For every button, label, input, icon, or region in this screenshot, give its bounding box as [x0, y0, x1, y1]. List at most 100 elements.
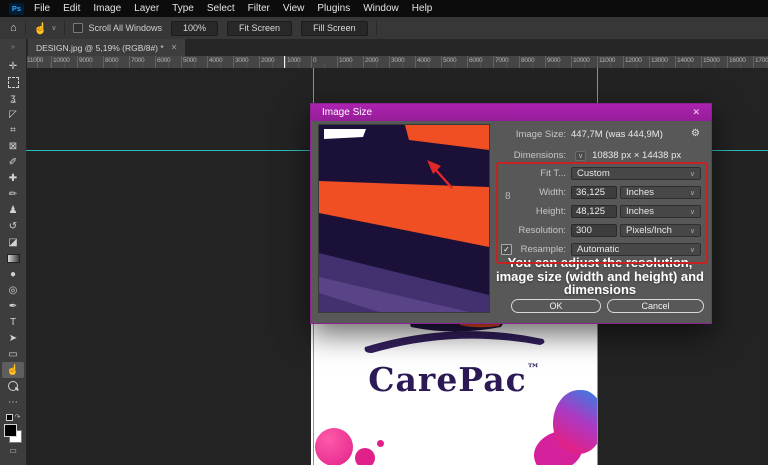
ruler-label: 1000 — [339, 57, 352, 64]
menu-item[interactable]: Plugins — [317, 3, 350, 14]
ruler-label: 3000 — [235, 57, 248, 64]
menu-item[interactable]: Window — [363, 3, 399, 14]
fill-screen-button[interactable]: Fill Screen — [301, 21, 368, 36]
gear-icon[interactable]: ⚙ — [691, 128, 700, 139]
move-tool[interactable]: ✛ — [2, 58, 24, 74]
dodge-tool[interactable]: ◎ — [2, 282, 24, 298]
dialog-title: Image Size — [322, 107, 372, 118]
width-unit-select[interactable]: Inches∨ — [620, 186, 701, 199]
ruler-label: 11000 — [27, 57, 43, 64]
clone-stamp-tool[interactable]: ♟ — [2, 202, 24, 218]
frame-tool[interactable]: ⊠ — [2, 138, 24, 154]
ruler-label: 9000 — [79, 57, 92, 64]
ruler-label: 6000 — [157, 57, 170, 64]
height-label: Height: — [451, 205, 566, 218]
brand-text: CarePac™ — [311, 360, 597, 399]
resolution-input[interactable] — [571, 224, 617, 237]
ok-button[interactable]: OK — [511, 299, 601, 313]
spot-healing-brush-tool[interactable]: ✚ — [2, 170, 24, 186]
dimensions-chevron-icon[interactable]: ∨ — [575, 151, 586, 161]
default-colors-icon — [6, 414, 13, 421]
resolution-unit-select[interactable]: Pixels/Inch∨ — [620, 224, 701, 237]
lasso-tool[interactable]: ʓ — [2, 90, 24, 106]
menu-item[interactable]: Image — [93, 3, 121, 14]
ruler-label: 14000 — [677, 57, 694, 64]
edit-toolbar-button[interactable]: ⋯ — [2, 394, 24, 410]
ruler-position-indicator — [284, 56, 285, 68]
tab-close-icon[interactable]: ✕ — [171, 43, 178, 52]
menu-item[interactable]: Edit — [63, 3, 80, 14]
default-colors-control[interactable]: ↷ — [6, 413, 21, 421]
home-icon[interactable]: ⌂ — [10, 22, 17, 34]
swap-colors-icon[interactable]: ↷ — [15, 413, 21, 421]
history-brush-tool[interactable]: ↺ — [2, 218, 24, 234]
chevron-down-icon[interactable]: ∨ — [51, 24, 56, 32]
eraser-tool[interactable]: ◪ — [2, 234, 24, 250]
image-size-value: 447,7M (was 444,9M) — [571, 128, 663, 141]
path-selection-tool[interactable]: ➤ — [2, 330, 24, 346]
menu-item[interactable]: Type — [172, 3, 194, 14]
rectangle-tool[interactable]: ▭ — [2, 346, 24, 362]
eyedropper-tool[interactable]: ✐ — [2, 154, 24, 170]
width-input[interactable] — [571, 186, 617, 199]
ruler-label: 8000 — [105, 57, 118, 64]
height-input[interactable] — [571, 205, 617, 218]
scroll-all-windows-label: Scroll All Windows — [88, 23, 162, 33]
tools-list: ✛ ʓ◸⌗⊠✐✚✏♟↺◪ ●◎✒T➤▭☝ ⋯ — [2, 58, 24, 410]
ruler-label: 12000 — [625, 57, 642, 64]
fit-screen-button[interactable]: Fit Screen — [227, 21, 292, 36]
scroll-all-windows-option[interactable]: Scroll All Windows — [73, 23, 162, 33]
cancel-button[interactable]: Cancel — [607, 299, 704, 313]
dialog-close-icon[interactable]: ✕ — [692, 107, 700, 118]
crop-tool[interactable]: ⌗ — [2, 122, 24, 138]
separator — [64, 21, 65, 35]
zoom-100-button[interactable]: 100% — [171, 21, 218, 36]
image-size-dialog: Image Size ✕ ⚙ Image Size: 447,7M (was 4… — [310, 103, 712, 324]
ruler-label: 5000 — [443, 57, 456, 64]
pen-tool[interactable]: ✒ — [2, 298, 24, 314]
rectangular-marquee-tool[interactable] — [2, 74, 24, 90]
width-label: Width: — [451, 186, 566, 199]
pink-blob-left-small — [355, 448, 375, 465]
menu-item[interactable]: Select — [207, 3, 235, 14]
tab-bar: DESIGN.jpg @ 5,19% (RGB/8#) * ✕ — [26, 39, 768, 56]
toolbar-collapse-icon[interactable]: » — [11, 39, 15, 56]
dialog-title-bar[interactable]: Image Size ✕ — [311, 104, 711, 121]
hand-tool-icon[interactable]: ☝ — [34, 22, 48, 35]
menu-item[interactable]: Help — [412, 3, 433, 14]
foreground-color-swatch[interactable] — [4, 424, 17, 437]
hand-tool[interactable]: ☝ — [2, 362, 24, 378]
ruler-label: 9000 — [547, 57, 560, 64]
type-tool[interactable]: T — [2, 314, 24, 330]
zoom-tool[interactable] — [2, 378, 24, 394]
menu-bar: Ps FileEditImageLayerTypeSelectFilterVie… — [0, 0, 768, 17]
ruler-label: 3000 — [391, 57, 404, 64]
screen-mode-icon[interactable]: ▭ — [9, 446, 17, 455]
brush-tool[interactable]: ✏ — [2, 186, 24, 202]
document-tab[interactable]: DESIGN.jpg @ 5,19% (RGB/8#) * ✕ — [28, 39, 185, 56]
menu-item[interactable]: File — [34, 3, 50, 14]
ruler-label: 6000 — [469, 57, 482, 64]
menu-items: File Edit Image Layer Type Select Filter View Pl… — [34, 3, 432, 14]
ruler-label: 8000 — [521, 57, 534, 64]
dimensions-value: 10838 px × 14438 px — [592, 150, 681, 161]
fit-to-label: Fit T... — [451, 167, 566, 180]
fit-to-select[interactable]: Custom∨ — [571, 167, 701, 180]
gradient-tool[interactable] — [2, 250, 24, 266]
blur-tool[interactable]: ● — [2, 266, 24, 282]
height-unit-select[interactable]: Inches∨ — [620, 205, 701, 218]
object-selection-tool[interactable]: ◸ — [2, 106, 24, 122]
menu-item[interactable]: Filter — [248, 3, 270, 14]
menu-item[interactable]: View — [283, 3, 305, 14]
resolution-label: Resolution: — [451, 224, 566, 237]
gradient-blob-right — [553, 390, 597, 454]
menu-item[interactable]: Layer — [134, 3, 159, 14]
color-swatches[interactable] — [4, 424, 22, 443]
ruler-label: 7000 — [495, 57, 508, 64]
ruler-label: 10000 — [53, 57, 70, 64]
ruler-label: 11000 — [599, 57, 615, 64]
ruler-label: 5000 — [183, 57, 196, 64]
dimensions-label: Dimensions: — [451, 149, 566, 162]
annotation-note: You can adjust the resolution, image siz… — [493, 256, 707, 297]
scroll-all-windows-checkbox[interactable] — [73, 23, 83, 33]
